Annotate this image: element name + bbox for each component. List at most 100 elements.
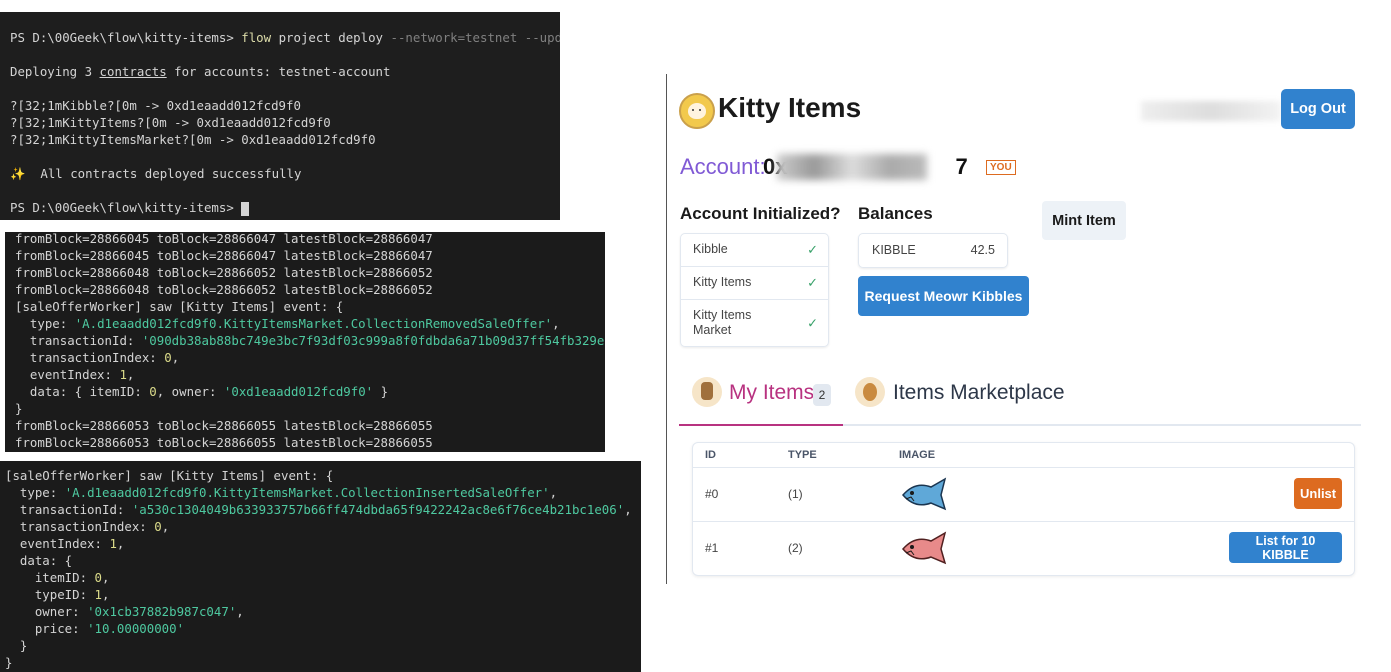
event-index-value: 1 (109, 536, 117, 551)
kitty-logo-icon (679, 93, 715, 129)
event-type-key: type: (19, 485, 58, 500)
item-type: (2) (788, 541, 803, 555)
event-txid-key: transactionId: (29, 333, 135, 348)
event-data-brace: } (19, 638, 28, 653)
col-header-id: ID (705, 449, 716, 461)
deploying-line: Deploying 3 contracts for accounts: test… (0, 63, 560, 80)
event-type-key: type: (29, 316, 68, 331)
init-label: Kitty Items Market (693, 308, 752, 337)
event-txindex-value: 0 (154, 519, 162, 534)
fish-icon (902, 531, 947, 565)
mint-item-button[interactable]: Mint Item (1042, 201, 1126, 240)
items-table: ID TYPE IMAGE #0 (1) Unlist #1 (2) List … (692, 442, 1355, 576)
event-owner-line: owner: '0x1cb37882b987c047', (34, 604, 244, 619)
balance-name: KIBBLE (872, 243, 916, 257)
event-index-key: eventIndex: (19, 536, 102, 551)
event-close: } (15, 401, 23, 416)
event-data-open: data: { (0, 552, 641, 569)
event-item-id: 0 (149, 384, 157, 399)
success-line: ✨ All contracts deployed successfully (0, 165, 560, 182)
event-item-value: 0 (94, 570, 102, 585)
event-data-close: } (373, 384, 389, 399)
init-item-kibble: Kibble ✓ (681, 234, 828, 267)
event-index-line: eventIndex: 1, (29, 367, 135, 382)
event-txid-value: 'a530c1304049b633933757b66ff474dbda65f94… (131, 502, 625, 517)
block-line: fromBlock=28866045 toBlock=28866047 late… (15, 248, 433, 263)
event-index-line: eventIndex: 1, (19, 536, 125, 551)
contract-line: ?[32;1mKibble?[0m -> 0xd1eaadd012fcd9f0 (10, 98, 301, 113)
col-header-image: IMAGE (899, 449, 936, 461)
account-suffix: 7 (955, 154, 968, 179)
event-typeid-line: typeID: 1, (34, 587, 110, 602)
terminal-deploy: PS D:\00Geek\flow\kitty-items> flow proj… (0, 12, 560, 220)
tab-label: My Items (729, 381, 815, 404)
logout-button[interactable]: Log Out (1281, 89, 1355, 129)
event-txid-line: transactionId: '090db38ab88bc749e3bc7f93… (5, 332, 605, 349)
check-icon: ✓ (807, 242, 818, 257)
block-line: fromBlock=28866053 toBlock=28866055 late… (15, 435, 433, 450)
init-item-kitty-items: Kitty Items ✓ (681, 267, 828, 300)
event-type-value: 'A.d1eaadd012fcd9f0.KittyItemsMarket.Col… (64, 485, 550, 500)
redacted-account (777, 154, 927, 180)
event-close: } (5, 655, 13, 670)
event-txindex-value: 0 (164, 350, 172, 365)
event-owner-key: , owner: (156, 384, 217, 399)
check-icon: ✓ (807, 315, 818, 331)
redacted-address (1141, 101, 1281, 121)
event-txid-key: transactionId: (19, 502, 125, 517)
terminal-worker-inserted: [saleOfferWorker] saw [Kitty Items] even… (0, 461, 641, 672)
command-flow: flow (241, 30, 272, 45)
cookie-bag-icon (855, 377, 885, 407)
event-type-line: type: 'A.d1eaadd012fcd9f0.KittyItemsMark… (29, 316, 560, 331)
prompt-line[interactable]: PS D:\00Geek\flow\kitty-items> (0, 199, 560, 216)
event-price-key: price: (34, 621, 80, 636)
contracts-link[interactable]: contracts (100, 64, 167, 79)
event-owner-value: '0x1cb37882b987c047' (87, 604, 237, 619)
app-title: Kitty Items (718, 92, 862, 123)
success-text: All contracts deployed successfully (40, 166, 302, 181)
event-txid-line: transactionId: 'a530c1304049b633933757b6… (19, 502, 632, 517)
balance-value: 42.5 (970, 243, 995, 257)
item-count-badge: 2 (813, 384, 831, 406)
tab-marketplace[interactable]: Items Marketplace (855, 374, 1085, 424)
prompt: PS D:\00Geek\flow\kitty-items> (10, 30, 234, 45)
tab-my-items[interactable]: My Items 2 (679, 374, 843, 426)
unlist-button[interactable]: Unlist (1294, 478, 1342, 509)
backpack-icon (692, 377, 722, 407)
command-rest: project deploy (278, 30, 384, 45)
event-owner-value: '0xd1eaadd012fcd9f0' (223, 384, 374, 399)
request-kibbles-button[interactable]: Request Meowr Kibbles (858, 276, 1029, 316)
event-data-key: data: { itemID: (29, 384, 142, 399)
col-header-type: TYPE (788, 449, 817, 461)
deploying-pre: Deploying 3 (10, 64, 93, 79)
tab-bar: My Items 2 Items Marketplace (679, 374, 1361, 426)
sparkle-icon: ✨ (10, 166, 26, 181)
block-line: fromBlock=28866045 toBlock=28866047 late… (15, 232, 433, 246)
account-label: Account: (680, 154, 766, 179)
kitty-items-app: Kitty Items Log Out Account: 0x 7 YOU Acc… (666, 74, 1391, 584)
terminal-worker-removed: fromBlock=28866045 toBlock=28866047 late… (5, 232, 605, 452)
event-typeid-value: 1 (94, 587, 102, 602)
check-icon: ✓ (807, 275, 818, 290)
init-item-kitty-items-market: Kitty Items Market ✓ (681, 300, 828, 346)
balance-row: KIBBLE 42.5 (858, 233, 1008, 268)
event-index-value: 1 (119, 367, 127, 382)
item-id: #0 (705, 487, 719, 501)
contract-line: ?[32;1mKittyItemsMarket?[0m -> 0xd1eaadd… (10, 132, 376, 147)
init-label: Kibble (693, 242, 728, 256)
event-data-key: data: { (19, 553, 73, 568)
event-item-line: itemID: 0, (34, 570, 110, 585)
item-id: #1 (705, 541, 719, 555)
event-price-line: price: '10.00000000' (0, 620, 641, 637)
table-row: #1 (2) List for 10 KIBBLE (693, 521, 1354, 576)
block-line: fromBlock=28866048 toBlock=28866052 late… (15, 265, 433, 280)
table-row: #0 (1) Unlist (693, 467, 1354, 522)
fish-icon (902, 477, 947, 511)
you-badge: YOU (986, 160, 1016, 175)
event-txindex-key: transactionIndex: (19, 519, 147, 534)
list-for-sale-button[interactable]: List for 10 KIBBLE (1229, 532, 1342, 563)
event-type-value: 'A.d1eaadd012fcd9f0.KittyItemsMarket.Col… (74, 316, 553, 331)
tab-label: Items Marketplace (893, 381, 1065, 404)
command-flags: --network=testnet --update (390, 30, 560, 45)
event-txid-value: '090db38ab88bc749e3bc7f93df03c999a8f0fdb… (141, 333, 605, 348)
